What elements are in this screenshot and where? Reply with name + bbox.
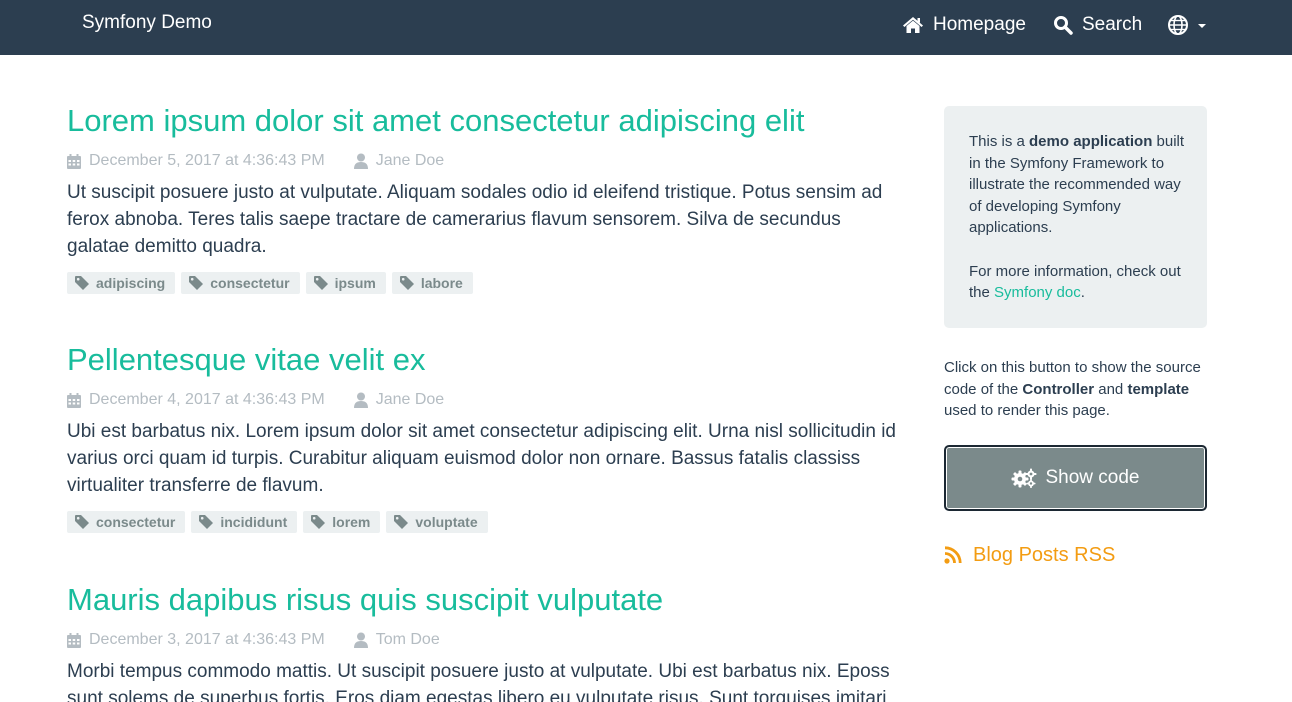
tag-label: consectetur xyxy=(210,275,290,291)
tag-link[interactable]: consectetur xyxy=(181,272,300,294)
post-date-text: December 3, 2017 at 4:36:43 PM xyxy=(89,631,325,648)
tag-icon xyxy=(394,515,415,529)
tag-link[interactable]: adipiscing xyxy=(67,272,176,294)
post-summary: Morbi tempus commodo mattis. Ut suscipit… xyxy=(67,661,890,702)
tag-link[interactable]: voluptate xyxy=(386,511,488,533)
tag-link[interactable]: labore xyxy=(391,272,473,294)
post-author: Tom Doe xyxy=(353,631,440,649)
about-text: This is a demo application built in the … xyxy=(969,131,1187,239)
show-code-text-post: used to render this page. xyxy=(944,402,1110,419)
tag-label: lorem xyxy=(332,514,371,530)
nav-homepage-link[interactable]: Homepage xyxy=(902,12,1026,38)
search-icon xyxy=(1053,15,1082,35)
post-title-link[interactable]: Pellentesque vitae velit ex xyxy=(67,341,897,379)
navbar: Symfony Demo Homepage Search xyxy=(0,0,1292,55)
post-date: December 4, 2017 at 4:36:43 PM xyxy=(67,391,325,409)
nav-search-link[interactable]: Search xyxy=(1053,12,1142,38)
calendar-icon xyxy=(67,392,89,408)
post-title-link[interactable]: Lorem ipsum dolor sit amet consectetur a… xyxy=(67,102,897,140)
user-icon xyxy=(353,153,376,169)
post-date-text: December 5, 2017 at 4:36:43 PM xyxy=(89,152,325,169)
show-code-text-controller: Controller xyxy=(1022,380,1095,398)
calendar-icon xyxy=(67,632,89,648)
about-info-box: This is a demo application built in the … xyxy=(944,106,1207,328)
tag-link[interactable]: consectetur xyxy=(67,511,186,533)
show-code-text-mid: and xyxy=(1094,380,1128,398)
tag-icon xyxy=(75,515,96,529)
tag-icon xyxy=(311,515,332,529)
post-summary: Ubi est barbatus nix. Lorem ipsum dolor … xyxy=(67,421,896,496)
tag-label: ipsum xyxy=(334,275,376,291)
post-date: December 3, 2017 at 4:36:43 PM xyxy=(67,631,325,649)
show-code-label: Show code xyxy=(1045,467,1140,488)
post-author: Jane Doe xyxy=(353,391,445,409)
tag-icon xyxy=(189,276,210,290)
post-date-text: December 4, 2017 at 4:36:43 PM xyxy=(89,391,325,408)
rss-label: Blog Posts RSS xyxy=(973,543,1116,566)
show-code-description: Click on this button to show the source … xyxy=(944,357,1212,422)
show-code-text-template: template xyxy=(1127,380,1190,398)
post-metadata: December 3, 2017 at 4:36:43 PM Tom Doe xyxy=(67,630,440,650)
tag-icon xyxy=(75,276,96,290)
symfony-doc-link[interactable]: Symfony doc xyxy=(994,284,1081,301)
calendar-icon xyxy=(67,153,89,169)
tag-link[interactable]: ipsum xyxy=(305,272,386,294)
post-author-text: Tom Doe xyxy=(375,631,440,648)
post-author: Jane Doe xyxy=(353,152,445,170)
tag-label: consectetur xyxy=(96,514,176,530)
tag-icon xyxy=(399,276,421,290)
show-code-button[interactable]: Show code xyxy=(944,445,1207,511)
more-info-text: For more information, check out the Symf… xyxy=(969,261,1187,304)
post-item: Pellentesque vitae velit ex December 4, … xyxy=(67,341,897,533)
tag-link[interactable]: incididunt xyxy=(191,511,298,533)
rss-icon xyxy=(944,546,973,564)
nav-homepage-label: Homepage xyxy=(933,14,1026,35)
tag-label: labore xyxy=(420,275,463,291)
post-tags: adipiscing consectetur ipsum labore xyxy=(67,272,479,294)
tag-label: adipiscing xyxy=(96,275,166,291)
post-metadata: December 4, 2017 at 4:36:43 PM Jane Doe xyxy=(67,390,444,410)
about-text-bold: demo application xyxy=(1029,133,1153,150)
post-title-link[interactable]: Mauris dapibus risus quis suscipit vulpu… xyxy=(67,581,897,619)
post-date: December 5, 2017 at 4:36:43 PM xyxy=(67,152,325,170)
nav-search-label: Search xyxy=(1082,14,1143,35)
tag-icon xyxy=(313,276,335,290)
brand-link[interactable]: Symfony Demo xyxy=(82,12,212,34)
post-summary: Ut suscipit posuere justo at vulputate. … xyxy=(67,182,883,257)
user-icon xyxy=(353,632,376,648)
post-item: Mauris dapibus risus quis suscipit vulpu… xyxy=(67,581,897,702)
user-icon xyxy=(353,392,376,408)
language-dropdown-toggle[interactable] xyxy=(1167,12,1206,38)
post-author-text: Jane Doe xyxy=(375,152,445,169)
tag-label: voluptate xyxy=(415,514,478,530)
post-metadata: December 5, 2017 at 4:36:43 PM Jane Doe xyxy=(67,151,444,171)
about-text-pre: This is a xyxy=(969,133,1030,150)
more-info-post: . xyxy=(1080,284,1085,301)
post-tags: consectetur incididunt lorem voluptate xyxy=(67,511,494,533)
rss-feed-link[interactable]: Blog Posts RSS xyxy=(944,543,1115,567)
tag-link[interactable]: lorem xyxy=(303,511,381,533)
tag-icon xyxy=(199,515,220,529)
home-icon xyxy=(902,16,933,34)
chevron-down-icon xyxy=(1198,24,1206,28)
cogs-icon xyxy=(1011,468,1045,488)
post-item: Lorem ipsum dolor sit amet consectetur a… xyxy=(67,102,897,294)
tag-label: incididunt xyxy=(220,514,288,530)
post-author-text: Jane Doe xyxy=(375,391,445,408)
globe-icon xyxy=(1167,14,1189,36)
